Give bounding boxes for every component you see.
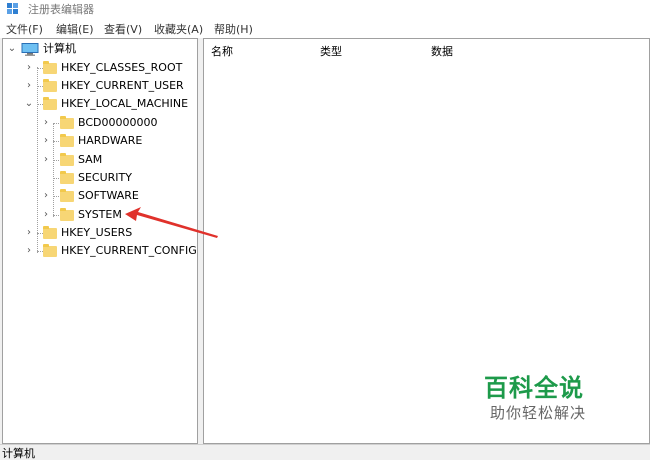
tree-connector	[53, 141, 59, 142]
tree-connector	[53, 178, 59, 179]
tree-label: HKEY_CLASSES_ROOT	[61, 61, 183, 74]
menu-bar: 文件(F) 编辑(E) 查看(V) 收藏夹(A) 帮助(H)	[0, 18, 650, 38]
chevron-down-icon[interactable]: ⌄	[24, 95, 34, 113]
tree-connector	[53, 215, 59, 216]
menu-help[interactable]: 帮助(H)	[214, 21, 253, 37]
folder-icon	[60, 208, 74, 221]
menu-file[interactable]: 文件(F)	[6, 21, 43, 37]
tree-node-sam[interactable]: › SAM	[3, 151, 197, 169]
tree-label: BCD00000000	[78, 116, 158, 129]
tree-label: 计算机	[43, 42, 76, 55]
chevron-right-icon[interactable]: ›	[41, 151, 51, 169]
chevron-right-icon[interactable]: ›	[24, 242, 34, 260]
tree-node-bcd[interactable]: › BCD00000000	[3, 114, 197, 132]
tree-connector	[53, 160, 59, 161]
tree-connector	[53, 196, 59, 197]
computer-icon	[21, 43, 39, 56]
tree-node-hardware[interactable]: › HARDWARE	[3, 132, 197, 150]
tree-label: SECURITY	[78, 171, 132, 184]
folder-icon	[43, 97, 57, 110]
folder-icon	[43, 244, 57, 257]
folder-icon	[60, 134, 74, 147]
column-header-type[interactable]: 类型	[320, 43, 342, 59]
tree-node-software[interactable]: › SOFTWARE	[3, 187, 197, 205]
tree-node-hkcr[interactable]: › HKEY_CLASSES_ROOT	[3, 59, 197, 77]
folder-icon	[60, 116, 74, 129]
tree-label: SOFTWARE	[78, 189, 139, 202]
folder-icon	[60, 189, 74, 202]
chevron-right-icon[interactable]: ›	[41, 206, 51, 224]
tree-label: SAM	[78, 153, 103, 166]
chevron-right-icon[interactable]: ›	[24, 59, 34, 77]
menu-favorites[interactable]: 收藏夹(A)	[154, 21, 203, 37]
title-bar: 注册表编辑器	[0, 0, 650, 18]
status-bar: 计算机	[0, 444, 650, 460]
chevron-down-icon[interactable]: ⌄	[7, 40, 17, 58]
folder-icon	[60, 153, 74, 166]
chevron-right-icon[interactable]: ›	[41, 114, 51, 132]
tree-node-hklm[interactable]: ⌄ HKEY_LOCAL_MACHINE	[3, 95, 197, 113]
tree-label: SYSTEM	[78, 208, 122, 221]
menu-edit[interactable]: 编辑(E)	[56, 21, 94, 37]
tree-label: HARDWARE	[78, 134, 143, 147]
window-title: 注册表编辑器	[28, 3, 94, 16]
chevron-right-icon[interactable]: ›	[41, 187, 51, 205]
chevron-right-icon[interactable]: ›	[24, 224, 34, 242]
folder-icon	[43, 61, 57, 74]
menu-view[interactable]: 查看(V)	[104, 21, 142, 37]
watermark-subtitle: 助你轻松解决	[490, 404, 587, 422]
column-header-data[interactable]: 数据	[431, 43, 453, 59]
registry-tree[interactable]: ⌄ 计算机 › HKEY_CLASSES_ROOT › HKEY_CURRENT…	[2, 38, 198, 444]
folder-icon	[60, 171, 74, 184]
tree-label: HKEY_CURRENT_USER	[61, 79, 184, 92]
chevron-right-icon[interactable]: ›	[41, 132, 51, 150]
tree-connector	[53, 123, 59, 124]
folder-icon	[43, 79, 57, 92]
tree-node-security[interactable]: SECURITY	[3, 169, 197, 187]
tree-node-computer[interactable]: ⌄ 计算机	[3, 40, 197, 58]
chevron-right-icon[interactable]: ›	[24, 77, 34, 95]
status-path: 计算机	[2, 447, 35, 460]
tree-label: HKEY_LOCAL_MACHINE	[61, 97, 189, 110]
folder-icon	[43, 226, 57, 239]
tree-node-hkcu[interactable]: › HKEY_CURRENT_USER	[3, 77, 197, 95]
regedit-icon	[7, 3, 18, 14]
watermark-title: 百科全说	[484, 374, 584, 402]
tree-label: HKEY_CURRENT_CONFIG	[61, 244, 197, 257]
tree-label: HKEY_USERS	[61, 226, 133, 239]
tree-node-hkcc[interactable]: › HKEY_CURRENT_CONFIG	[3, 242, 197, 260]
column-header-name[interactable]: 名称	[211, 43, 233, 59]
annotation-arrow	[125, 207, 218, 238]
